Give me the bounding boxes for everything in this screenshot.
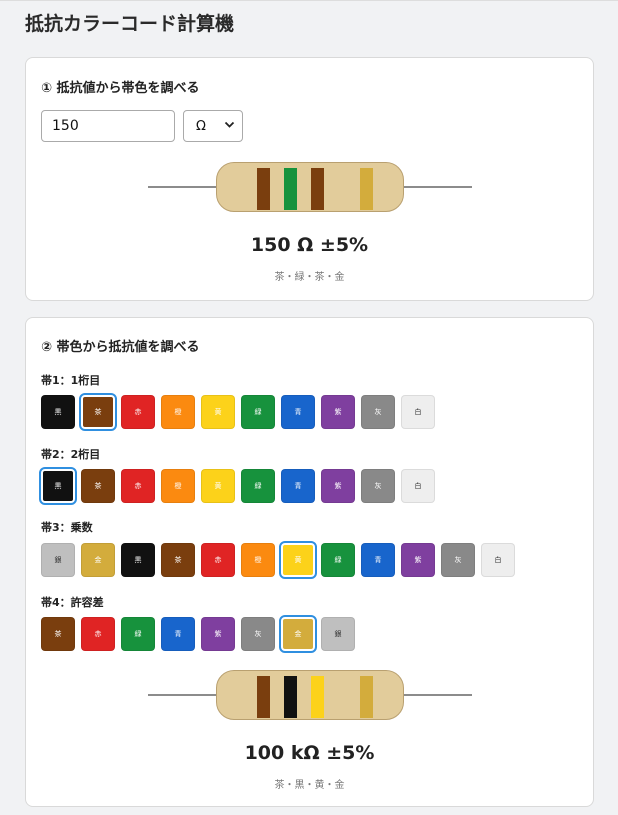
color-swatch[interactable]: 金 xyxy=(81,543,115,577)
color-swatch[interactable]: 黄 xyxy=(279,541,317,579)
resistor-band-4 xyxy=(360,676,373,718)
resistor-diagram xyxy=(148,670,472,720)
band-4-label: 帯4：許容差 xyxy=(41,596,104,609)
color-swatch[interactable]: 紫 xyxy=(321,395,355,429)
color-swatch[interactable]: 青 xyxy=(361,543,395,577)
color-swatch[interactable]: 青 xyxy=(281,469,315,503)
color-swatch[interactable]: 白 xyxy=(401,395,435,429)
band-1-label: 帯1：1桁目 xyxy=(41,374,101,387)
resistor-band-4 xyxy=(360,168,373,210)
band-color-names: 茶・緑・茶・金 xyxy=(274,272,345,283)
color-swatch[interactable]: 青 xyxy=(161,617,195,651)
band-3-label: 帯3：乗数 xyxy=(41,521,93,534)
band-2-swatches: 黒茶赤橙黄緑青紫灰白 xyxy=(39,467,435,505)
resistor-body xyxy=(216,162,404,212)
resistor-diagram xyxy=(148,162,472,212)
card-title: ① 抵抗値から帯色を調べる xyxy=(41,81,200,96)
resistance-result: 150 Ω ±5% xyxy=(250,234,369,256)
color-swatch[interactable]: 紫 xyxy=(201,617,235,651)
resistor-band-1 xyxy=(257,676,270,718)
resistance-value-input[interactable] xyxy=(41,110,175,142)
unit-select-value: Ω xyxy=(196,118,206,134)
color-swatch[interactable]: 黒 xyxy=(41,395,75,429)
color-swatch[interactable]: 黒 xyxy=(121,543,155,577)
band-4-swatches: 茶赤緑青紫灰金銀 xyxy=(41,615,355,653)
color-swatch[interactable]: 灰 xyxy=(361,395,395,429)
color-swatch[interactable]: 紫 xyxy=(321,469,355,503)
chevron-down-icon xyxy=(224,119,235,133)
color-swatch[interactable]: 赤 xyxy=(121,469,155,503)
color-swatch[interactable]: 銀 xyxy=(41,543,75,577)
color-swatch[interactable]: 白 xyxy=(401,469,435,503)
band-2-label: 帯2：2桁目 xyxy=(41,448,101,461)
color-swatch[interactable]: 黄 xyxy=(201,395,235,429)
card-title: ② 帯色から抵抗値を調べる xyxy=(41,340,200,355)
band-color-names: 茶・黒・黄・金 xyxy=(274,780,345,791)
unit-select[interactable]: Ω xyxy=(183,110,243,142)
color-swatch[interactable]: 茶 xyxy=(81,469,115,503)
color-swatch[interactable]: 緑 xyxy=(241,395,275,429)
resistor-body xyxy=(216,670,404,720)
color-swatch[interactable]: 茶 xyxy=(79,393,117,431)
color-swatch[interactable]: 青 xyxy=(281,395,315,429)
color-swatch[interactable]: 茶 xyxy=(161,543,195,577)
band-3-swatches: 銀金黒茶赤橙黄緑青紫灰白 xyxy=(41,541,515,579)
color-swatch[interactable]: 灰 xyxy=(241,617,275,651)
color-swatch[interactable]: 緑 xyxy=(241,469,275,503)
color-swatch[interactable]: 緑 xyxy=(121,617,155,651)
resistor-band-3 xyxy=(311,168,324,210)
color-swatch[interactable]: 赤 xyxy=(81,617,115,651)
color-swatch[interactable]: 赤 xyxy=(201,543,235,577)
color-swatch[interactable]: 橙 xyxy=(161,395,195,429)
color-swatch[interactable]: 橙 xyxy=(241,543,275,577)
color-to-value-card: ② 帯色から抵抗値を調べる 帯1：1桁目 黒茶赤橙黄緑青紫灰白 帯2：2桁目 黒… xyxy=(25,317,594,807)
band-1-swatches: 黒茶赤橙黄緑青紫灰白 xyxy=(41,393,435,431)
app-title: 抵抗カラーコード計算機 xyxy=(25,13,235,35)
color-swatch[interactable]: 紫 xyxy=(401,543,435,577)
resistor-band-1 xyxy=(257,168,270,210)
color-swatch[interactable]: 茶 xyxy=(41,617,75,651)
color-swatch[interactable]: 灰 xyxy=(361,469,395,503)
color-swatch[interactable]: 赤 xyxy=(121,395,155,429)
color-swatch[interactable]: 緑 xyxy=(321,543,355,577)
color-swatch[interactable]: 灰 xyxy=(441,543,475,577)
color-swatch[interactable]: 橙 xyxy=(161,469,195,503)
color-swatch[interactable]: 金 xyxy=(279,615,317,653)
color-swatch[interactable]: 銀 xyxy=(321,617,355,651)
value-to-color-card: ① 抵抗値から帯色を調べる Ω 150 Ω ±5% 茶・緑・茶・金 xyxy=(25,57,594,301)
resistor-band-2 xyxy=(284,168,297,210)
resistor-band-3 xyxy=(311,676,324,718)
color-swatch[interactable]: 黒 xyxy=(39,467,77,505)
color-swatch[interactable]: 黄 xyxy=(201,469,235,503)
color-swatch[interactable]: 白 xyxy=(481,543,515,577)
resistance-result: 100 kΩ ±5% xyxy=(244,742,375,764)
resistor-band-2 xyxy=(284,676,297,718)
